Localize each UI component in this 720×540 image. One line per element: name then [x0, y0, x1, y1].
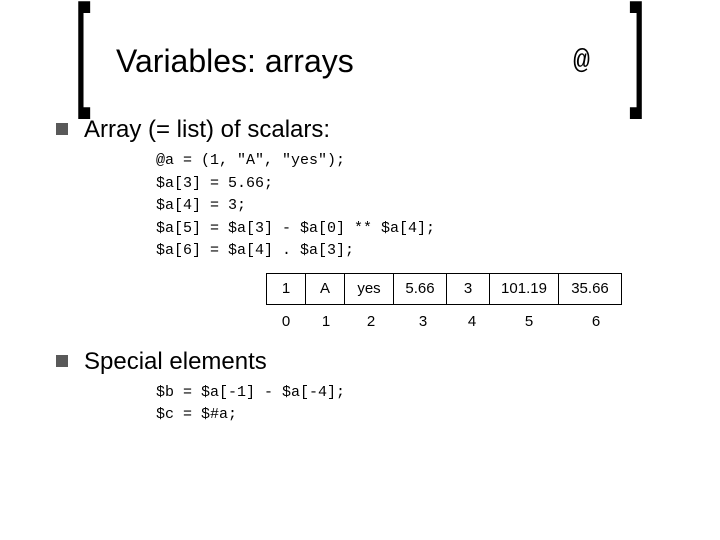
code-line: $a[5] = $a[3] - $a[0] ** $a[4];	[156, 220, 435, 237]
code-block-1: @a = (1, "A", "yes"); $a[3] = 5.66; $a[4…	[156, 150, 664, 263]
array-indices-row: 0 1 2 3 4 5 6	[266, 313, 664, 330]
code-line: $a[4] = 3;	[156, 197, 246, 214]
code-line: @a = (1, "A", "yes");	[156, 152, 345, 169]
array-index: 2	[346, 313, 396, 330]
array-cell: 5.66	[393, 273, 447, 305]
code-line: $a[6] = $a[4] . $a[3];	[156, 242, 354, 259]
array-index: 3	[396, 313, 450, 330]
at-sign-icon: @	[573, 46, 590, 77]
code-line: $c = $#a;	[156, 406, 237, 423]
array-visualization: 1 A yes 5.66 3 101.19 35.66 0 1 2 3 4 5 …	[266, 273, 664, 330]
left-bracket-icon: [	[71, 23, 95, 99]
array-index: 6	[564, 313, 628, 330]
array-cell: 101.19	[489, 273, 559, 305]
slide-title: Variables: arrays	[110, 43, 573, 80]
code-block-2: $b = $a[-1] - $a[-4]; $c = $#a;	[156, 382, 664, 427]
bullet-icon	[56, 123, 68, 135]
array-index: 0	[266, 313, 306, 330]
slide-container: [ Variables: arrays @ ] Array (= list) o…	[0, 0, 720, 540]
bullet-text-1: Array (= list) of scalars:	[84, 116, 330, 144]
array-index: 4	[450, 313, 494, 330]
array-cell: A	[305, 273, 345, 305]
code-line: $a[3] = 5.66;	[156, 175, 273, 192]
array-cell: 1	[266, 273, 306, 305]
array-cell: yes	[344, 273, 394, 305]
bullet-special-elements: Special elements	[56, 348, 664, 376]
bullet-array-of-scalars: Array (= list) of scalars:	[56, 116, 664, 144]
bullet-text-2: Special elements	[84, 348, 267, 376]
array-cell: 35.66	[558, 273, 622, 305]
array-index: 1	[306, 313, 346, 330]
code-line: $b = $a[-1] - $a[-4];	[156, 384, 345, 401]
array-cells-row: 1 A yes 5.66 3 101.19 35.66	[266, 273, 664, 305]
bullet-icon	[56, 355, 68, 367]
array-cell: 3	[446, 273, 490, 305]
title-row: [ Variables: arrays @ ]	[56, 34, 664, 88]
right-bracket-icon: ]	[625, 23, 649, 99]
array-index: 5	[494, 313, 564, 330]
